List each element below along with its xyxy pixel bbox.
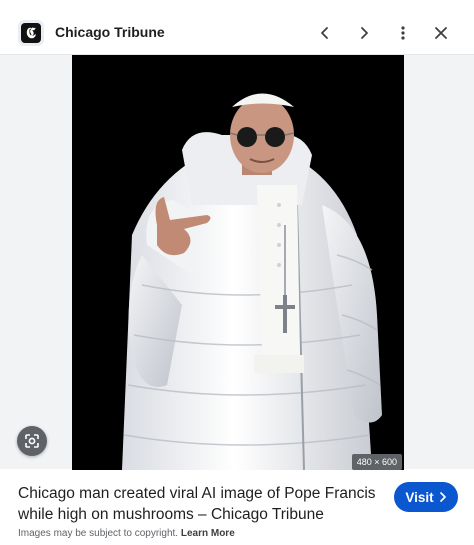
close-button[interactable] [428, 20, 454, 46]
copyright-text: Images may be subject to copyright. [18, 528, 179, 539]
more-options-button[interactable] [390, 20, 416, 46]
close-icon [435, 27, 447, 39]
next-button[interactable] [351, 20, 377, 46]
pope-puffer-coat-photo [72, 55, 404, 470]
result-title-link[interactable]: Chicago man created viral AI image of Po… [18, 483, 380, 525]
previous-button[interactable] [312, 20, 338, 46]
image-stage: 480 × 600 [0, 54, 474, 470]
learn-more-link[interactable]: Learn More [181, 528, 235, 539]
copyright-notice: Images may be subject to copyright. Lear… [18, 528, 235, 539]
preview-footer: Chicago man created viral AI image of Po… [0, 469, 474, 545]
chevron-right-icon [439, 492, 446, 502]
lens-icon [25, 434, 39, 448]
more-vert-icon [401, 26, 405, 40]
site-logo[interactable]: 𝕮 [18, 20, 44, 46]
previous-icon [321, 27, 328, 39]
site-logo-glyph: 𝕮 [21, 23, 41, 43]
visit-button[interactable]: Visit [394, 482, 458, 512]
preview-image[interactable]: 480 × 600 [72, 55, 404, 470]
visit-button-label: Visit [405, 489, 434, 505]
site-name[interactable]: Chicago Tribune [55, 24, 165, 40]
image-preview-panel: 𝕮 Chicago Tribune 480 × 600 Chicago man … [0, 0, 474, 545]
next-icon [361, 27, 368, 39]
image-dimensions-badge: 480 × 600 [351, 454, 402, 470]
lens-search-button[interactable] [17, 426, 47, 456]
